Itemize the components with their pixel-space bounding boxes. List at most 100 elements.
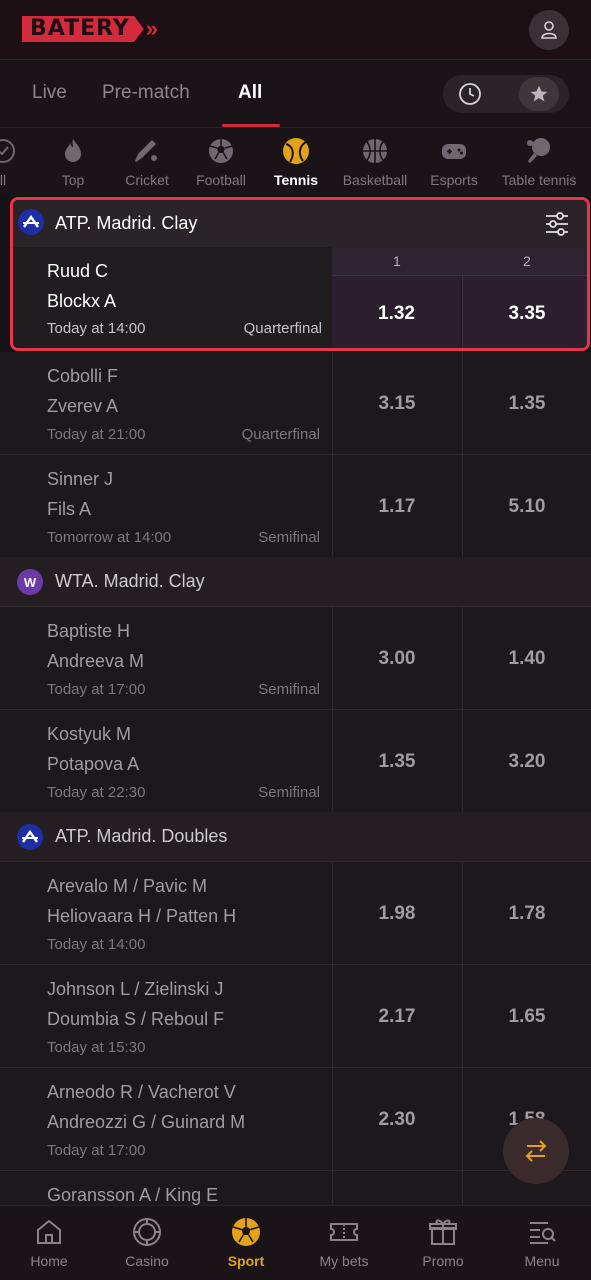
basketball-icon [363,139,387,163]
wta-logo-icon: W [17,569,43,595]
player-2-name: Potapova A [47,754,140,774]
player-2-name: Fils A [47,499,92,519]
nav-menu[interactable]: Menu [493,1206,591,1280]
nav-label: Promo [422,1253,464,1269]
match-stage: Quarterfinal [243,320,322,337]
match-time: Today at 17:00 [47,1142,146,1159]
check-circle-icon [0,139,15,163]
history-button[interactable] [443,75,497,113]
odd-button-2[interactable]: 1.35 [462,352,591,455]
odd-button-2[interactable]: 3.35 [462,276,587,348]
match-stage: Semifinal [258,681,320,698]
sports-scroller: ll Top Cricket Football Tennis Basketbal… [0,128,591,196]
match-row[interactable]: Arevalo M / Pavic M Heliovaara H / Patte… [0,862,591,965]
odd-button-1[interactable]: 2.30 [332,1068,461,1171]
player-1-name: Arevalo M / Pavic M [47,876,208,896]
casino-icon [133,1218,161,1246]
match-time: Today at 22:30 [47,784,146,801]
league-name: ATP. Madrid. Doubles [55,826,228,846]
bottom-navigation: Home Casino Sport My bets Promo Menu [0,1205,591,1280]
user-profile-button[interactable] [529,10,569,50]
player-1-name: Ruud C [47,261,109,281]
tennis-icon [283,138,309,164]
fire-icon [65,139,81,162]
gamepad-icon [442,144,466,159]
nav-label: Menu [524,1253,560,1269]
odd-button-2[interactable]: 1.40 [462,607,591,710]
filter-sliders-icon[interactable] [543,210,571,238]
nav-label: Sport [227,1253,265,1269]
player-2-name: Zverev A [47,396,119,416]
match-row[interactable]: Sinner J Fils A Tomorrow at 14:00 Semifi… [0,455,591,558]
match-time: Today at 17:00 [47,681,146,698]
odd-button-1[interactable]: 3.15 [332,352,461,455]
nav-home[interactable]: Home [0,1206,98,1280]
batery-logo[interactable]: BATERY » [22,16,158,42]
nav-promo[interactable]: Promo [394,1206,492,1280]
odd-button-2[interactable]: 3.20 [462,710,591,813]
match-stage: Quarterfinal [241,426,320,443]
sport-label: Basketball [342,172,408,188]
match-stage: Semifinal [258,784,320,801]
nav-label: Casino [125,1253,169,1269]
player-1-name: Goransson A / King E [47,1185,219,1205]
highlighted-match-card[interactable]: ATP. Madrid. Clay 1 2 Ruud C Blockx A To… [10,197,590,351]
user-icon [541,21,557,39]
swap-arrows-icon [525,1140,547,1162]
odd-button-2[interactable]: 1.78 [462,862,591,965]
league-name: ATP. Madrid. Clay [55,213,198,233]
sport-item-table-tennis[interactable]: Table tennis [494,128,584,196]
league-header-atp-clay[interactable]: ATP. Madrid. Clay [13,200,587,247]
match-info[interactable]: Ruud C Blockx A Today at 14:00 Quarterfi… [13,247,332,348]
odd-button-1[interactable]: 3.00 [332,607,461,710]
logo-box: BATERY [22,16,144,42]
league-header-wta-clay[interactable]: W WTA. Madrid. Clay [0,557,591,607]
swap-fab-button[interactable] [503,1118,569,1184]
atp-logo-icon [17,824,43,850]
player-2-name: Blockx A [47,291,117,311]
player-1-name: Kostyuk M [47,724,132,744]
odds-column-header: 1 2 [332,247,587,276]
league-header-atp-doubles[interactable]: ATP. Madrid. Doubles [0,812,591,862]
match-row[interactable]: Kostyuk M Potapova A Today at 22:30 Semi… [0,710,591,813]
odd-button-1[interactable]: 1.35 [332,710,461,813]
football-icon [209,139,233,163]
player-1-name: Cobolli F [47,366,119,386]
player-1-name: Arneodo R / Vacherot V [47,1082,236,1102]
tab-live[interactable]: Live [32,82,67,104]
column-label-1: 1 [393,253,401,269]
match-row[interactable]: Johnson L / Zielinski J Doumbia S / Rebo… [0,965,591,1068]
sport-item-basketball[interactable]: Basketball [330,128,420,196]
odd-button-1[interactable]: 1.32 [332,276,461,348]
clock-icon [459,83,481,105]
odd-button-2[interactable]: 5.10 [462,455,591,558]
tab-active-indicator [222,124,280,127]
odd-button-1[interactable]: 1.98 [332,862,461,965]
odd-button-2[interactable]: 1.65 [462,965,591,1068]
star-icon [530,85,548,102]
odd-button-1[interactable]: 1.17 [332,455,461,558]
cricket-icon [135,140,157,162]
match-row[interactable]: Cobolli F Zverev A Today at 21:00 Quarte… [0,352,591,455]
player-1-name: Sinner J [47,469,114,489]
match-time: Today at 21:00 [47,426,146,443]
sport-item-tennis[interactable]: Tennis [251,128,341,196]
sport-label: Table tennis [501,172,577,188]
nav-sport[interactable]: Sport [197,1206,295,1280]
match-time: Today at 14:00 [47,320,146,337]
favorites-button[interactable] [519,77,559,111]
odd-button-1[interactable]: 2.17 [332,965,461,1068]
tab-pre-match[interactable]: Pre-match [102,82,190,104]
filter-pill [443,75,569,113]
column-label-2: 2 [523,253,531,269]
nav-my-bets[interactable]: My bets [295,1206,393,1280]
atp-logo-icon [18,209,44,235]
logo-text: BATERY [30,16,130,41]
nav-casino[interactable]: Casino [98,1206,196,1280]
sport-label: Tennis [273,172,319,188]
match-row[interactable]: Baptiste H Andreeva M Today at 17:00 Sem… [0,607,591,710]
tab-all[interactable]: All [238,82,262,104]
sport-item-esports[interactable]: Esports [409,128,499,196]
sport-ball-icon [232,1218,260,1246]
table-tennis-icon [527,138,550,163]
